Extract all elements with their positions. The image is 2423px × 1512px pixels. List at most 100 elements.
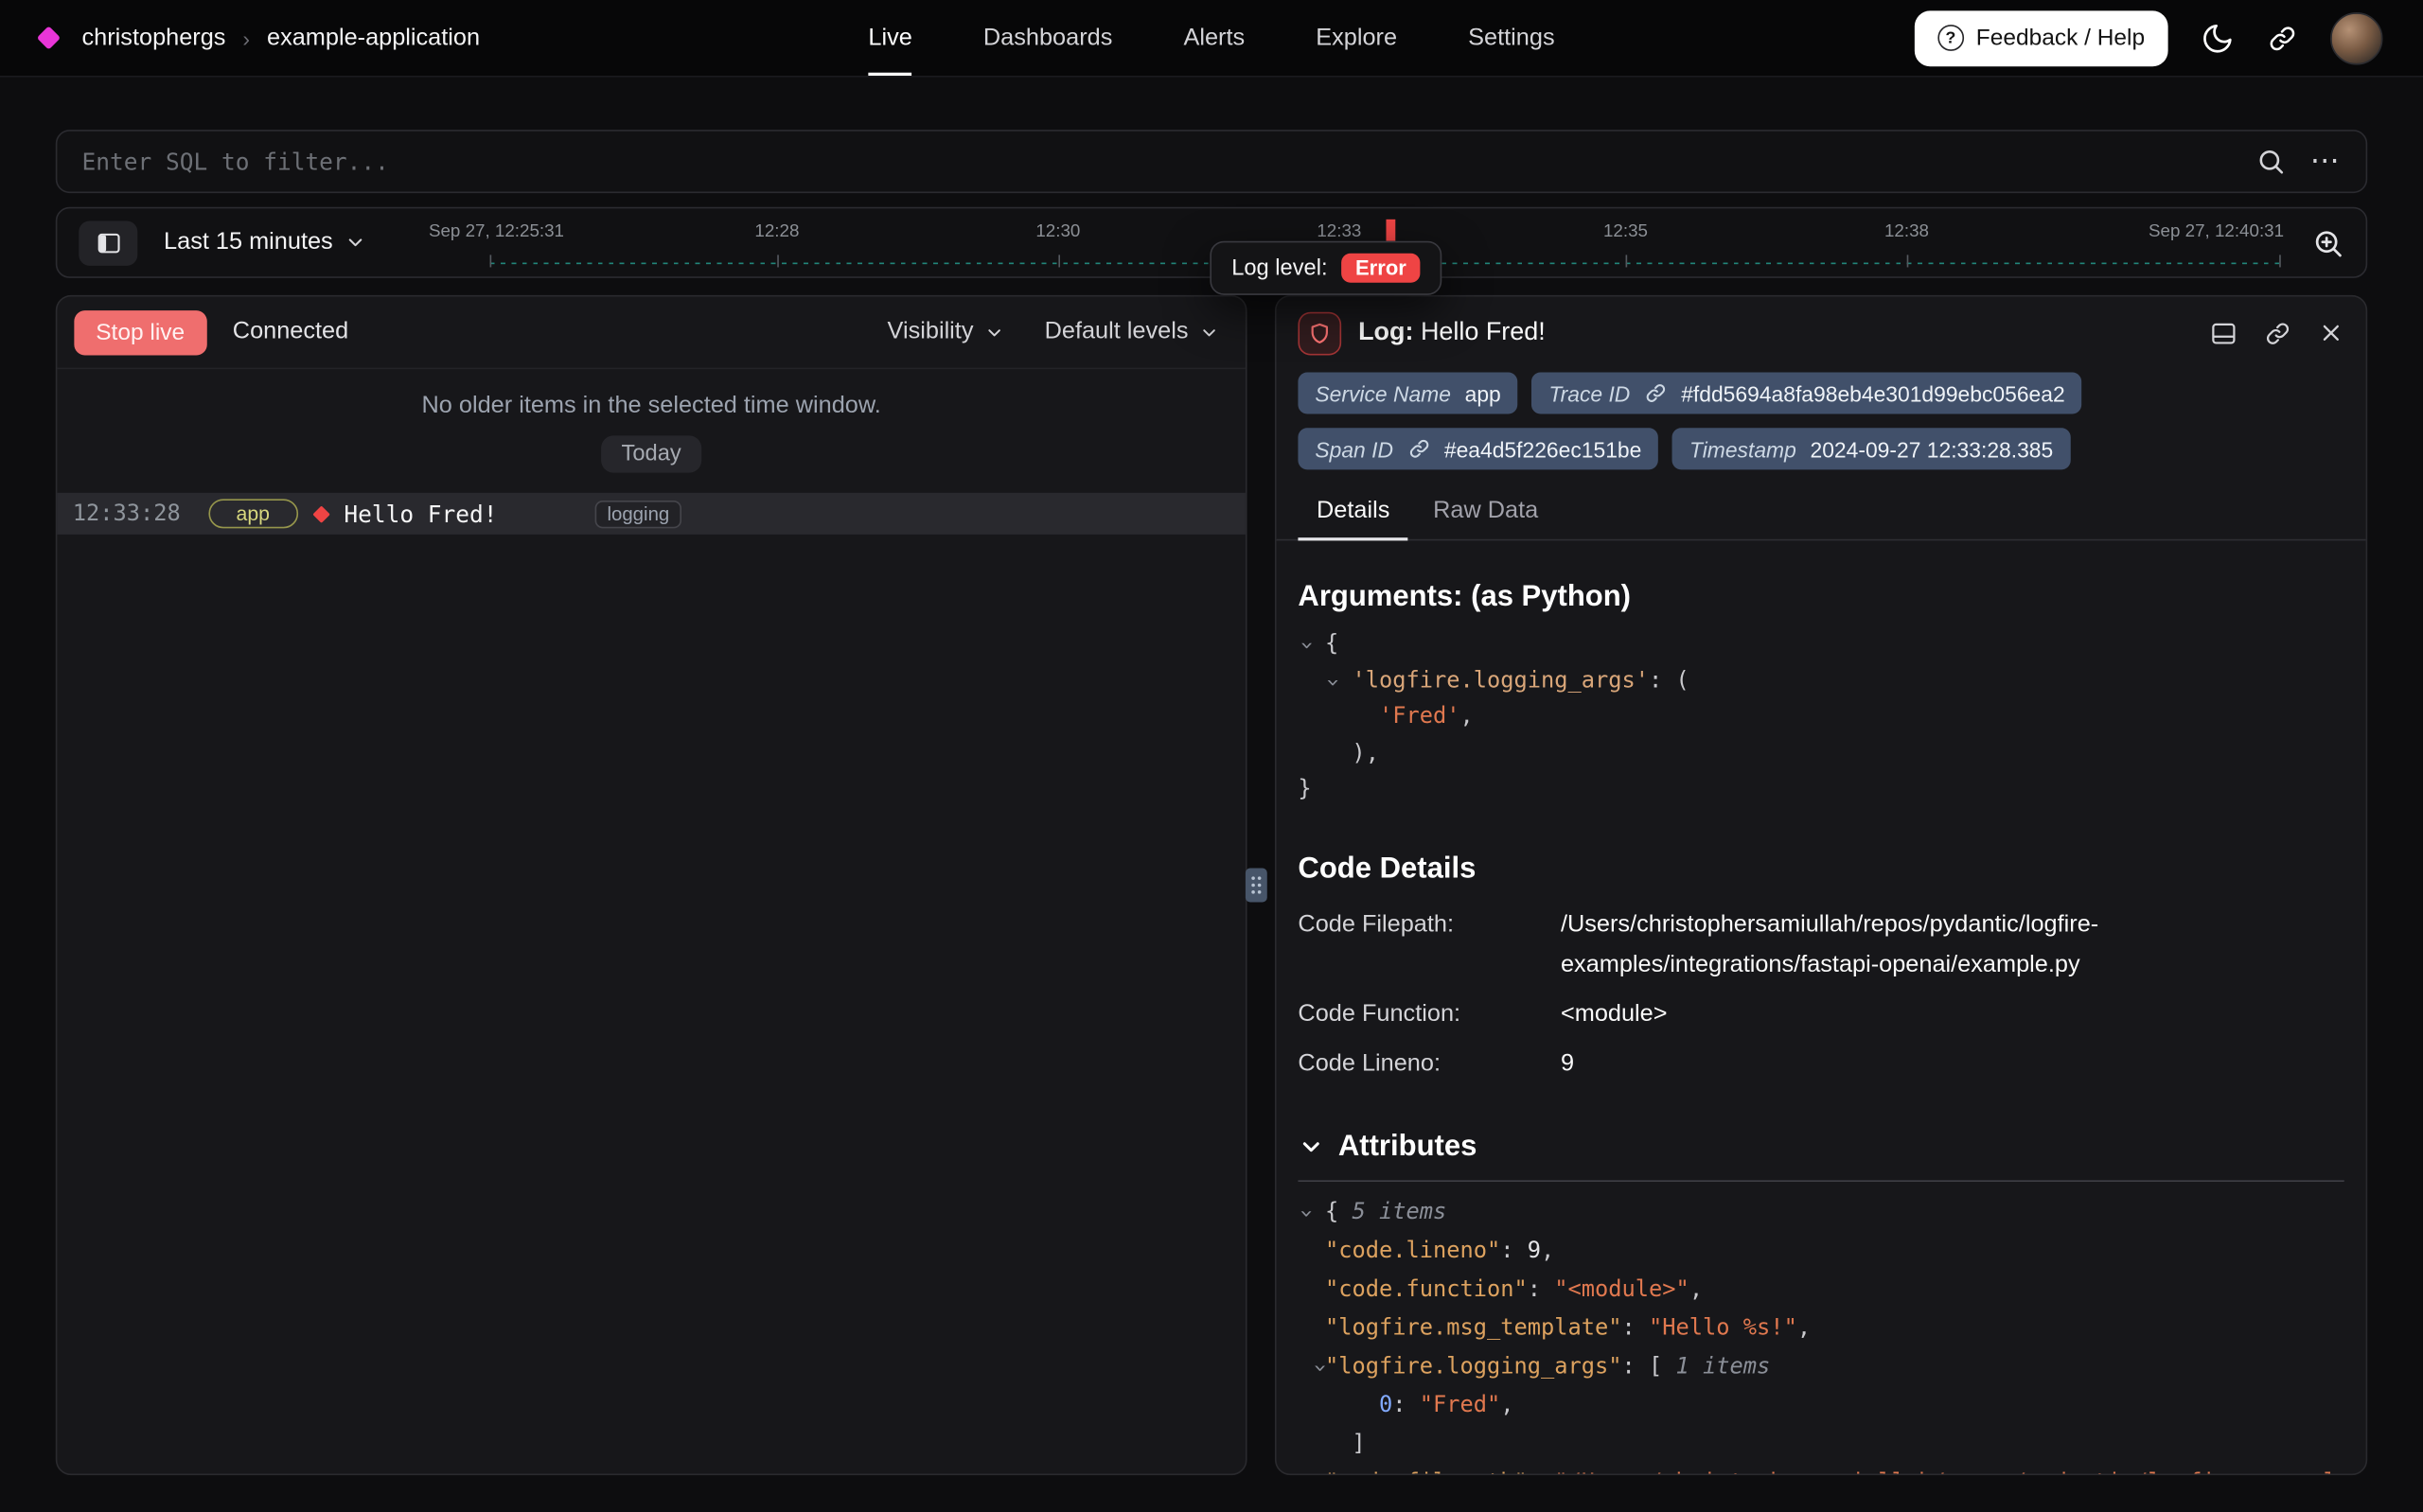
error-level-diamond-icon <box>312 505 329 522</box>
logfire-logo-icon[interactable] <box>37 26 61 49</box>
breadcrumb-project[interactable]: example-application <box>267 24 480 51</box>
attributes-code[interactable]: › { 5 items "code.lineno": 9, "code.func… <box>1298 1193 2343 1475</box>
nav-tab-settings[interactable]: Settings <box>1468 0 1554 76</box>
tick-mark <box>777 255 779 267</box>
detail-title: Log: Hello Fred! <box>1358 318 1546 347</box>
link-icon <box>1644 381 1667 404</box>
live-log-panel: Stop live Connected Visibility Default l… <box>56 295 1247 1475</box>
scope-tag[interactable]: logging <box>594 500 681 527</box>
nav-tab-dashboards[interactable]: Dashboards <box>983 0 1112 76</box>
link-icon <box>1407 437 1430 460</box>
dock-bottom-button[interactable] <box>2210 319 2237 346</box>
question-icon: ? <box>1937 25 1964 51</box>
tick-label: 12:30 <box>1035 222 1080 241</box>
tick-label: 12:28 <box>754 222 799 241</box>
nav-actions: ? Feedback / Help <box>1914 10 2382 66</box>
tick-label: Sep 27, 12:25:31 <box>429 222 564 241</box>
copy-link-button[interactable] <box>2264 319 2291 346</box>
visibility-dropdown[interactable]: Visibility <box>888 318 1005 345</box>
tick-mark <box>2279 255 2281 267</box>
nav-tab-explore[interactable]: Explore <box>1316 0 1397 76</box>
main-content: ⋯ Last 15 minutes Sep 27, 12:25:31 12:28… <box>0 130 2423 1475</box>
search-icon[interactable] <box>2256 147 2286 176</box>
tick-label: 12:35 <box>1603 222 1648 241</box>
tick-mark <box>1906 255 1908 267</box>
breadcrumb-separator-icon: › <box>242 26 250 50</box>
tick-label: Sep 27, 12:40:31 <box>2149 222 2284 241</box>
chevron-down-icon <box>1298 1134 1324 1160</box>
chevron-down-icon <box>1199 322 1219 342</box>
attributes-heading: Attributes <box>1338 1130 1477 1164</box>
close-button[interactable] <box>2318 320 2344 346</box>
nav-tab-alerts[interactable]: Alerts <box>1183 0 1245 76</box>
log-detail-panel: Log: Hello Fred! <box>1275 295 2367 1475</box>
primary-nav: Live Dashboards Alerts Explore Settings <box>868 0 1554 76</box>
zoom-in-button[interactable] <box>2311 226 2343 258</box>
chevron-down-icon <box>345 232 367 254</box>
detail-header: Log: Hello Fred! <box>1277 296 2366 369</box>
dock-bottom-icon <box>2210 319 2237 346</box>
panel-resize-handle[interactable] <box>1246 869 1267 903</box>
service-tag[interactable]: app <box>208 499 297 528</box>
nav-tab-live[interactable]: Live <box>868 0 911 76</box>
sidebar-toggle-button[interactable] <box>79 220 137 265</box>
attributes-divider <box>1298 1180 2343 1182</box>
panels-container: Stop live Connected Visibility Default l… <box>56 295 2367 1475</box>
user-avatar[interactable] <box>2330 11 2383 64</box>
log-level-tooltip: Log level: Error <box>1210 241 1441 295</box>
code-details-list: Code Filepath: /Users/christophersamiull… <box>1298 905 2343 1083</box>
theme-toggle-button[interactable] <box>2201 21 2235 55</box>
grip-dots-icon <box>1250 874 1263 896</box>
link-icon <box>2264 319 2291 346</box>
tab-details[interactable]: Details <box>1298 488 1408 541</box>
sql-filter-input[interactable] <box>82 148 2232 175</box>
error-shield-icon <box>1298 311 1341 355</box>
log-message: Hello Fred! <box>344 500 497 527</box>
live-panel-header: Stop live Connected Visibility Default l… <box>57 296 1246 369</box>
breadcrumb-org[interactable]: christophergs <box>82 24 226 51</box>
tooltip-label: Log level: <box>1231 255 1327 280</box>
code-filepath-row: Code Filepath: /Users/christophersamiull… <box>1298 905 2343 985</box>
time-range-select[interactable]: Last 15 minutes <box>164 229 367 256</box>
tick-mark <box>490 255 492 267</box>
moon-icon <box>2201 21 2235 55</box>
app-root: christophergs › example-application Live… <box>0 0 2423 1512</box>
arguments-code[interactable]: › { › 'logfire.logging_args': ( 'Fred', … <box>1298 627 2343 809</box>
stop-live-button[interactable]: Stop live <box>74 309 206 354</box>
zoom-in-icon <box>2311 226 2343 258</box>
chevron-down-icon <box>984 322 1004 342</box>
badge-span-id[interactable]: Span ID #ea4d5f226ec151be <box>1298 428 1658 469</box>
badge-trace-id[interactable]: Trace ID #fdd5694a8fa98eb4e301d99ebc056e… <box>1531 372 2081 413</box>
log-time: 12:33:28 <box>73 501 181 526</box>
code-function-row: Code Function: <module> <box>1298 994 2343 1034</box>
connection-status: Connected <box>233 318 348 345</box>
link-icon <box>2267 23 2298 54</box>
tick-label: 12:38 <box>1884 222 1929 241</box>
tab-raw-data[interactable]: Raw Data <box>1415 488 1557 541</box>
metadata-badges: Service Name app Trace ID #fdd5694a8fa98… <box>1277 372 2366 469</box>
log-row[interactable]: 12:33:28 app Hello Fred! logging <box>57 493 1246 535</box>
attributes-section-toggle[interactable]: Attributes <box>1298 1130 2343 1164</box>
share-link-button[interactable] <box>2267 23 2298 54</box>
arguments-heading: Arguments: (as Python) <box>1298 581 2343 615</box>
error-level-badge: Error <box>1341 254 1420 283</box>
detail-tabs: Details Raw Data <box>1277 488 2366 541</box>
tick-mark <box>1625 255 1627 267</box>
code-lineno-row: Code Lineno: 9 <box>1298 1044 2343 1083</box>
sql-filter-bar: ⋯ <box>56 130 2367 193</box>
more-options-icon[interactable]: ⋯ <box>2310 144 2342 180</box>
tick-label: 12:33 <box>1317 222 1361 241</box>
top-nav: christophergs › example-application Live… <box>0 0 2423 78</box>
badge-timestamp[interactable]: Timestamp 2024-09-27 12:33:28.385 <box>1672 428 2070 469</box>
panel-left-icon <box>95 229 121 255</box>
breadcrumb: christophergs › example-application <box>40 24 480 51</box>
badge-service-name[interactable]: Service Name app <box>1298 372 1517 413</box>
today-button[interactable]: Today <box>601 435 701 472</box>
histogram-bar-error[interactable] <box>1386 220 1395 241</box>
code-details-heading: Code Details <box>1298 852 2343 886</box>
default-levels-dropdown[interactable]: Default levels <box>1045 318 1220 345</box>
empty-state-message: No older items in the selected time wind… <box>57 393 1246 420</box>
close-icon <box>2318 320 2344 346</box>
tick-mark <box>1058 255 1060 267</box>
feedback-help-button[interactable]: ? Feedback / Help <box>1914 10 2167 66</box>
